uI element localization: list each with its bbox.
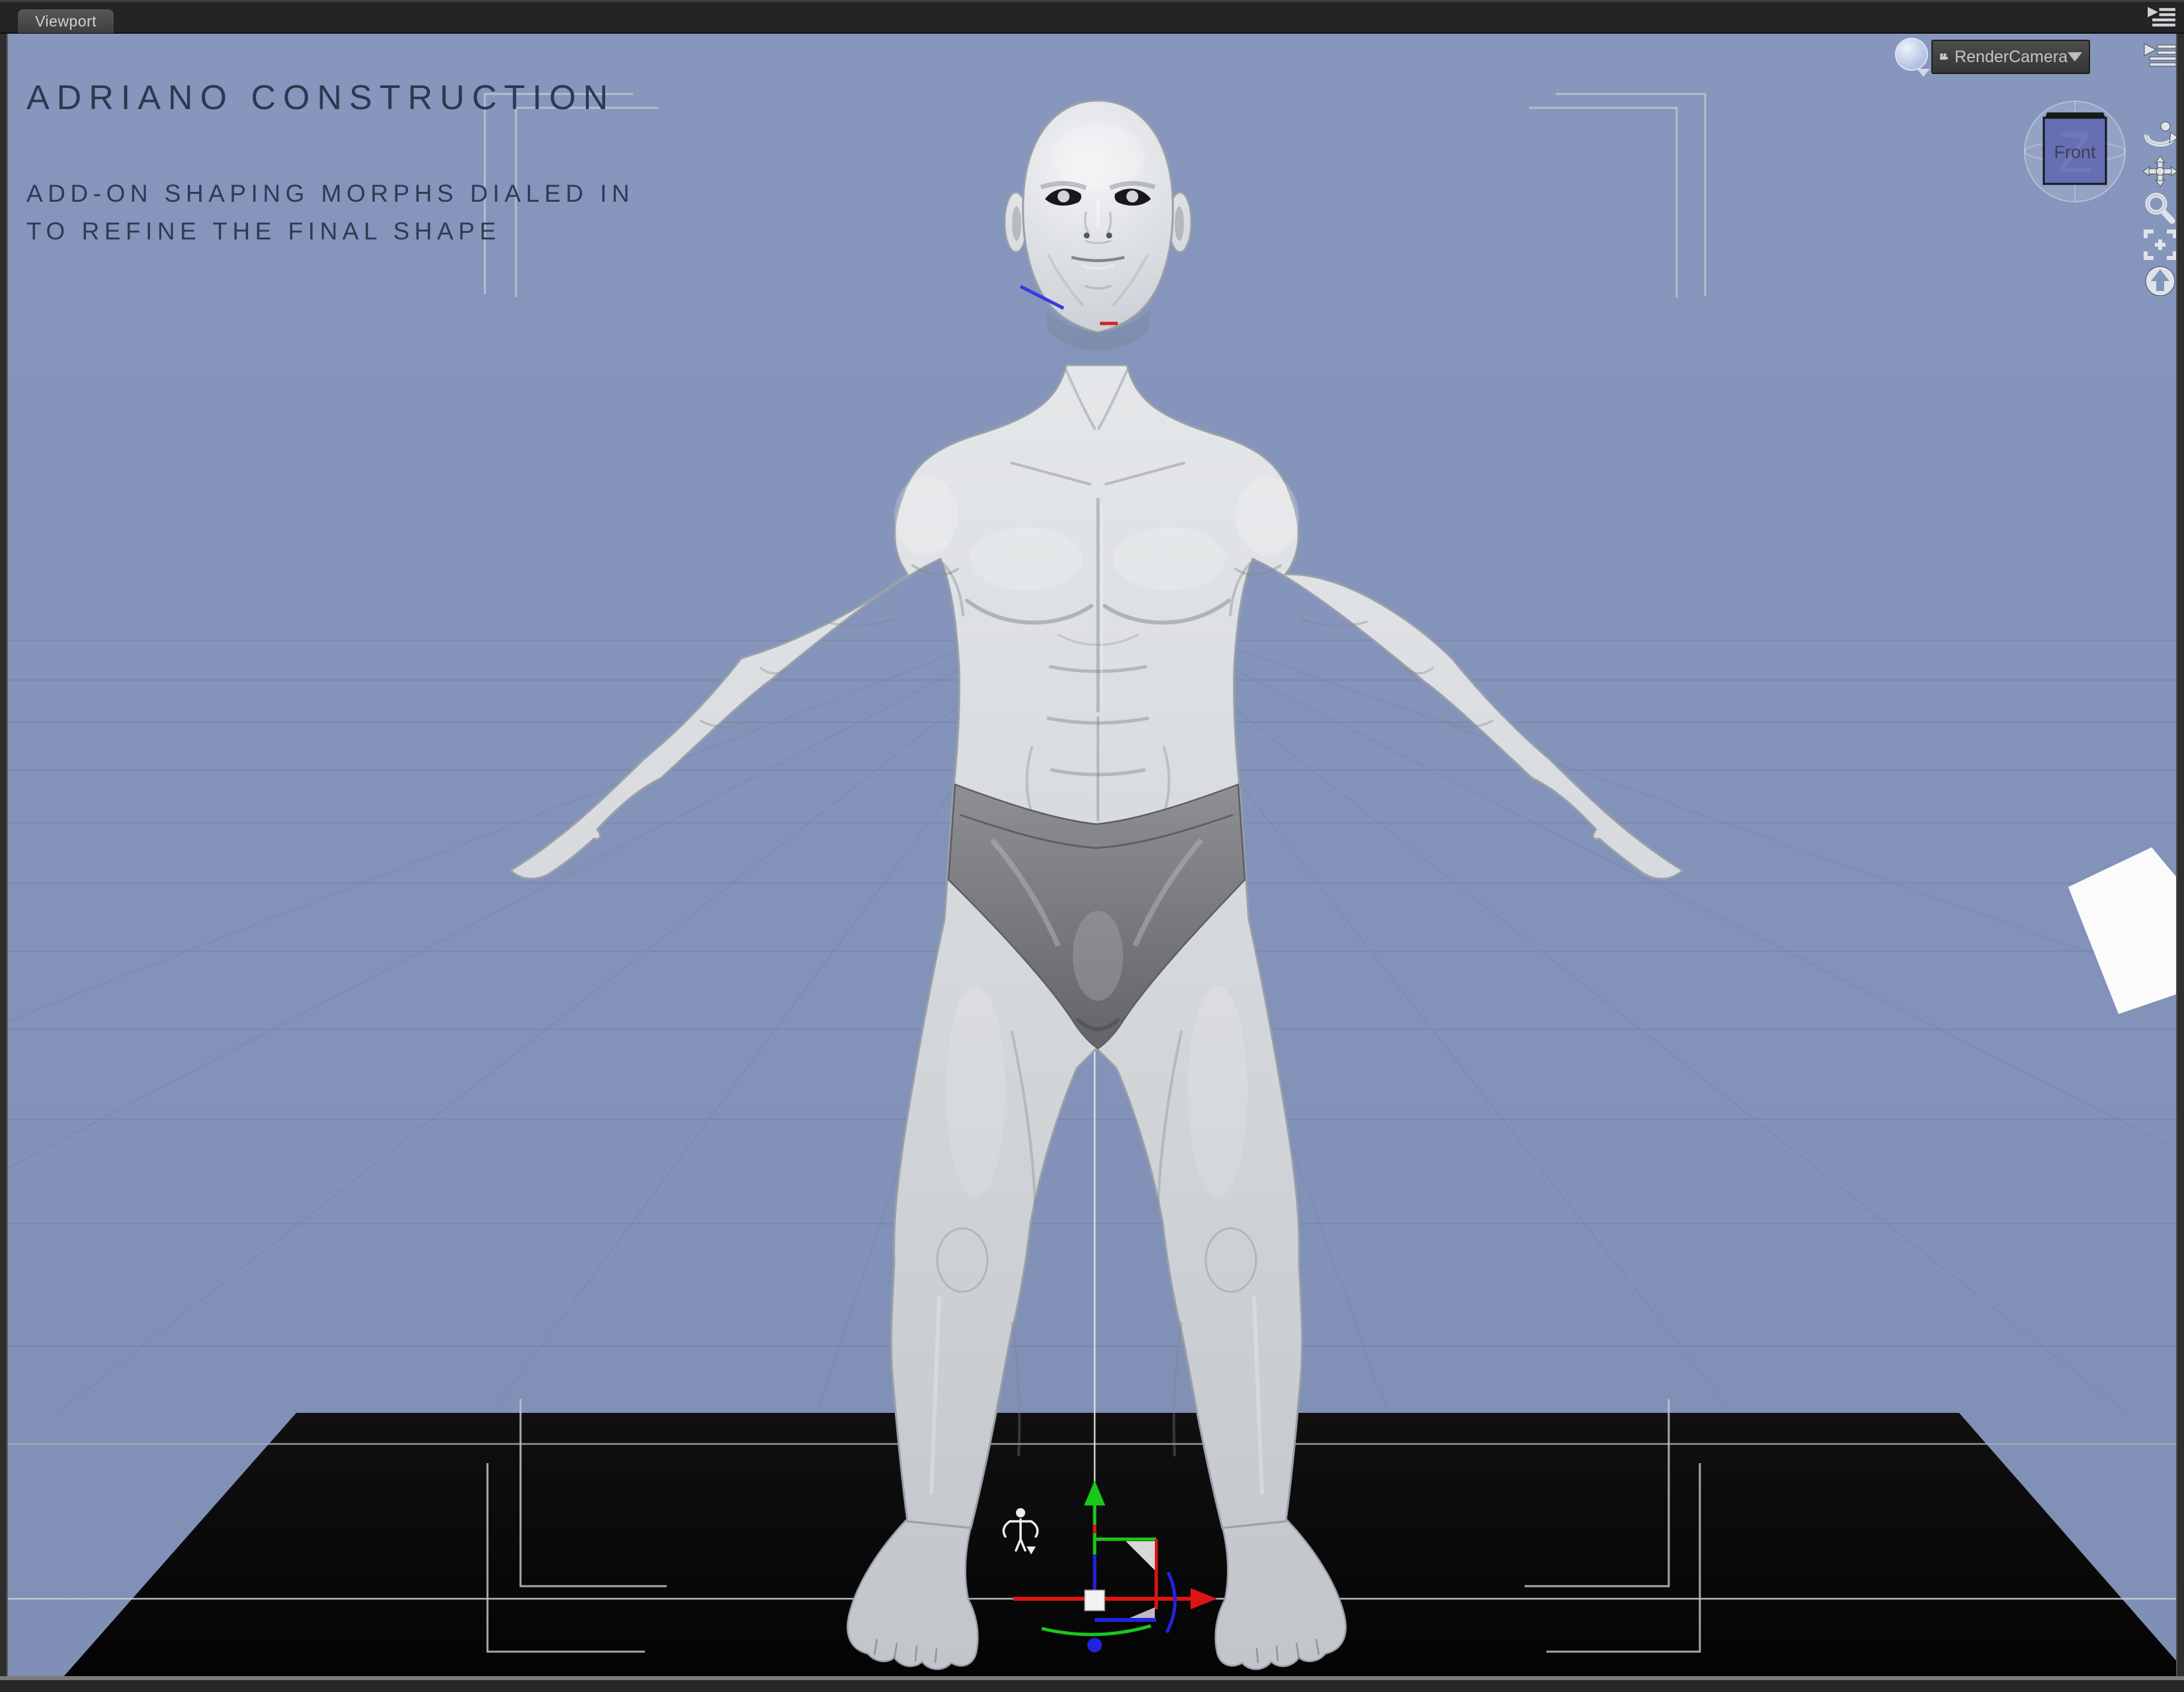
z-axis-handle — [1087, 1638, 1102, 1652]
scene-title: ADRIANO CONSTRUCTION — [26, 78, 615, 118]
view-mode-sphere-button[interactable] — [1892, 34, 1934, 81]
viewport-border-bottom — [0, 1680, 2184, 1692]
gizmo-center-handle — [1085, 1590, 1105, 1611]
camera-selector-label: RenderCamera — [1954, 48, 2068, 67]
camera-icon — [1939, 44, 1948, 70]
frame-tool-button[interactable] — [2142, 228, 2179, 262]
pan-tool-button[interactable] — [2142, 155, 2179, 188]
app-window: ADRIANO CONSTRUCTION ADD-ON SHAPING MORP… — [0, 0, 2184, 1692]
view-cube-face-label: Front — [2054, 142, 2096, 162]
camera-selector-dropdown[interactable]: RenderCamera — [1931, 40, 2090, 74]
zoom-tool-button[interactable] — [2142, 190, 2179, 225]
scene-3d — [7, 34, 2177, 1677]
view-cube[interactable]: Z Front — [2011, 91, 2152, 224]
viewport-border-left — [0, 30, 8, 1692]
pane-options-icon-top[interactable] — [2144, 5, 2179, 31]
chevron-down-icon — [1917, 69, 1930, 77]
scene-subtitle-line2: TO REFINE THE FINAL SHAPE — [26, 212, 634, 250]
dropdown-caret-icon — [2068, 52, 2082, 62]
tab-viewport[interactable]: Viewport — [17, 9, 114, 33]
reset-home-button[interactable] — [2142, 263, 2179, 299]
orbit-tool-button[interactable] — [2142, 120, 2179, 151]
floor-platform — [63, 1413, 2177, 1677]
pane-tab-bar: Viewport — [0, 0, 2184, 34]
tab-viewport-label: Viewport — [35, 13, 97, 30]
scene-subtitle-line1: ADD-ON SHAPING MORPHS DIALED IN — [26, 175, 634, 212]
viewport-border-right — [2176, 30, 2184, 1692]
pane-options-button[interactable] — [2142, 41, 2179, 71]
viewport-canvas[interactable] — [7, 34, 2177, 1677]
scene-subtitle: ADD-ON SHAPING MORPHS DIALED IN TO REFIN… — [26, 175, 634, 250]
